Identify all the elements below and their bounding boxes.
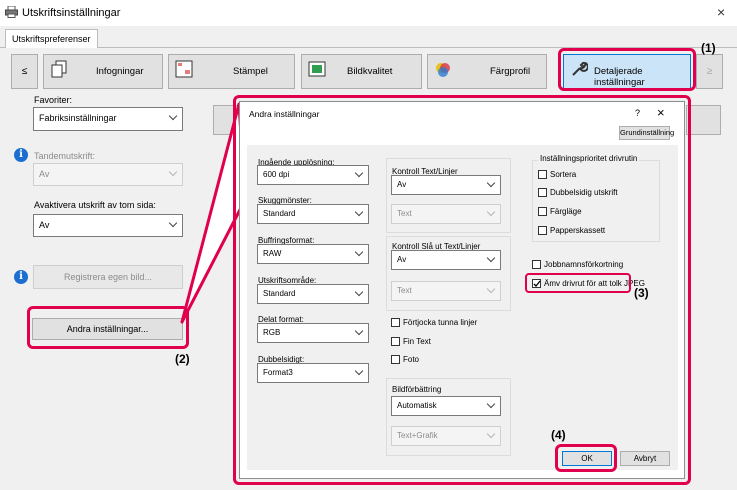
toolbar-insertions-button[interactable]: Infogningar [43,54,163,89]
resolution-select[interactable]: 600 dpi [257,165,369,185]
text-lines-select[interactable]: Av [391,175,501,195]
black-sub-value: Text [397,286,412,295]
fine-text-checkbox[interactable] [391,337,400,346]
toolbar-image-quality-button[interactable]: Bildkvalitet [301,54,422,89]
enhance-label: Bildförbättring [392,385,442,394]
window-title: Utskriftsinställningar [22,7,121,19]
tab-strip [0,26,737,48]
background-panel [686,105,721,135]
callout-1: (1) [701,41,716,55]
tandem-label: Tandemutskrift: [34,151,96,161]
text-lines-sub-value: Text [397,209,412,218]
black-value: Av [397,255,407,264]
black-select[interactable]: Av [391,250,501,270]
blank-page-value: Av [39,220,50,230]
photo-checkbox[interactable] [391,355,400,364]
tab-preferences[interactable]: Utskriftspreferenser [5,29,98,49]
print-area-select[interactable]: Standard [257,284,369,304]
duplex-print-checkbox[interactable] [538,188,547,197]
toolbar-color-profile-button[interactable]: Färgprofil [427,54,547,89]
toolbar-next-button[interactable]: ≥ [696,54,723,89]
enhance-sub-select[interactable]: Text+Grafik [391,426,501,446]
enhance-select[interactable]: Automatisk [391,396,501,416]
chevron-down-icon [354,168,364,178]
thicken-lines-checkbox[interactable] [391,318,400,327]
blank-page-label: Avaktivera utskrift av tom sida: [34,200,156,210]
paper-tray-label: Papperskassett [550,226,606,235]
image-quality-icon [308,61,326,77]
divided-format-select[interactable]: RGB [257,323,369,343]
duplex-select[interactable]: Format3 [257,363,369,383]
shading-value: Standard [263,209,296,218]
pages-icon [51,60,67,78]
highlight-ok [555,444,617,472]
sort-label: Sortera [550,170,577,179]
toolbar-label: Infogningar [96,66,144,77]
color-mode-checkbox[interactable] [538,207,547,216]
color-profile-icon [436,63,450,77]
info-icon: i [14,148,28,162]
tandem-value: Av [39,169,50,179]
dialog-close-icon[interactable]: × [657,105,665,120]
fine-text-label: Fin Text [403,337,431,346]
default-button[interactable]: Grundinställning [619,126,674,140]
duplex-print-label: Dubbelsidig utskrift [550,188,618,197]
buffering-select[interactable]: RAW [257,244,369,264]
callout-2: (2) [175,352,190,366]
chevron-down-icon [486,429,496,439]
photo-label: Foto [403,355,420,364]
cancel-button[interactable]: Avbryt [620,451,670,466]
job-name-checkbox[interactable] [532,260,541,269]
color-mode-label: Färgläge [550,207,582,216]
text-lines-value: Av [397,180,407,189]
printer-icon [5,6,18,18]
favorites-label: Favoriter: [34,95,73,105]
print-area-value: Standard [263,289,296,298]
highlight-jpeg [525,273,631,293]
text-lines-sub-select[interactable]: Text [391,204,501,224]
toolbar-stamp-button[interactable]: Stämpel [168,54,295,89]
chevron-down-icon [486,207,496,217]
buffering-value: RAW [263,249,282,258]
divided-format-value: RGB [263,328,281,337]
callout-3: (3) [634,286,649,300]
toolbar-label: Färgprofil [490,66,531,77]
stamp-icon [175,60,193,78]
driver-priority-label: Inställningsprioritet drivrutin [538,154,640,163]
resolution-value: 600 dpi [263,170,290,179]
dialog-title: Andra inställningar [249,109,320,119]
chevron-down-icon [486,178,496,188]
favorites-value: Fabriksinställningar [39,113,117,123]
help-icon[interactable]: ? [635,108,640,118]
window-close-icon[interactable]: × [717,4,725,20]
shading-select[interactable]: Standard [257,204,369,224]
job-name-label: Jobbnamnsförkortning [544,260,624,269]
chevron-down-icon [354,326,364,336]
chevron-down-icon [486,253,496,263]
toolbar-prev-button[interactable]: ≤ [11,54,38,89]
toolbar-label: Bildkvalitet [347,66,393,77]
thicken-lines-label: Förtjocka tunna linjer [403,318,478,327]
chevron-down-icon [486,399,496,409]
paper-tray-checkbox[interactable] [538,226,547,235]
chevron-down-icon [354,247,364,257]
black-sub-select[interactable]: Text [391,281,501,301]
highlight-detailed-settings [558,48,696,91]
callout-4: (4) [551,428,566,442]
chevron-down-icon [354,287,364,297]
duplex-value: Format3 [263,368,293,377]
sort-checkbox[interactable] [538,170,547,179]
chevron-down-icon [486,284,496,294]
info-icon: i [14,270,28,284]
toolbar-label: Stämpel [233,66,268,77]
enhance-value: Automatisk [397,401,437,410]
enhance-sub-value: Text+Grafik [397,431,438,440]
chevron-down-icon [354,366,364,376]
chevron-down-icon [354,207,364,217]
